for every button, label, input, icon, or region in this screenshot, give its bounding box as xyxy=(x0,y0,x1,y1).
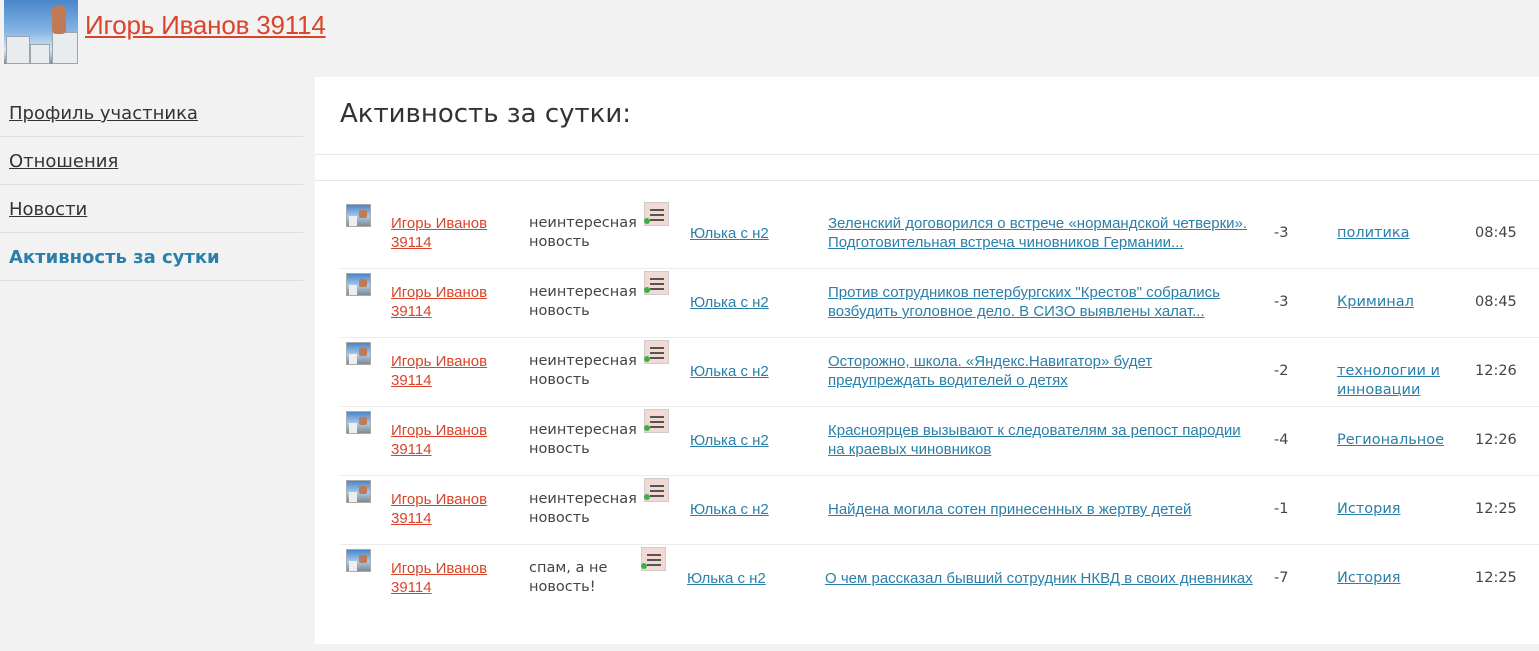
page-header: Игорь Иванов 39114 xyxy=(0,0,1539,76)
sidebar-item-label[interactable]: Новости xyxy=(9,199,87,220)
activity-row: Игорь Иванов 39114 неинтересная новость … xyxy=(340,338,1539,407)
online-status-icon xyxy=(644,356,650,362)
vote-score: -4 xyxy=(1274,432,1289,448)
activity-row: Игорь Иванов 39114 неинтересная новость … xyxy=(340,476,1539,545)
sidebar-item-news[interactable]: Новости xyxy=(0,185,303,233)
news-link[interactable]: Против сотрудников петербургских "Кресто… xyxy=(828,283,1258,321)
news-link[interactable]: Осторожно, школа. «Яндекс.Навигатор» буд… xyxy=(828,352,1258,390)
voter-link[interactable]: Юлька с н2 xyxy=(690,500,769,519)
online-status-icon xyxy=(644,287,650,293)
vote-score: -2 xyxy=(1274,363,1289,379)
timestamp: 12:26 xyxy=(1475,363,1517,379)
sidebar-item-daily-activity[interactable]: Активность за сутки xyxy=(0,233,303,281)
user-avatar[interactable] xyxy=(4,0,78,64)
vote-reason: неинтересная новость xyxy=(529,422,637,457)
vote-reason: спам, а не новость! xyxy=(529,560,608,595)
sidebar-item-label: Активность за сутки xyxy=(9,247,220,268)
user-link[interactable]: Игорь Иванов 39114 xyxy=(391,490,501,528)
activity-row: Игорь Иванов 39114 неинтересная новость … xyxy=(340,200,1539,269)
timestamp: 12:26 xyxy=(1475,432,1517,448)
voter-link[interactable]: Юлька с н2 xyxy=(690,293,769,312)
news-link[interactable]: Найдена могила сотен принесенных в жертв… xyxy=(828,500,1258,519)
vote-score: -7 xyxy=(1274,570,1289,586)
user-avatar-small[interactable] xyxy=(346,342,371,365)
sidebar-nav: Профиль участника Отношения Новости Акти… xyxy=(0,89,303,281)
sidebar-item-profile[interactable]: Профиль участника xyxy=(0,89,303,137)
page-title: Активность за сутки: xyxy=(340,99,632,129)
user-avatar-small[interactable] xyxy=(346,273,371,296)
timestamp: 08:45 xyxy=(1475,294,1517,310)
voter-link[interactable]: Юлька с н2 xyxy=(690,431,769,450)
vote-reason: неинтересная новость xyxy=(529,491,637,526)
online-status-icon xyxy=(644,425,650,431)
vote-score: -1 xyxy=(1274,501,1289,517)
voter-link[interactable]: Юлька с н2 xyxy=(690,224,769,243)
online-status-icon xyxy=(644,494,650,500)
category-link[interactable]: Региональное xyxy=(1337,431,1457,450)
news-link[interactable]: Красноярцев вызывают к следователям за р… xyxy=(828,421,1258,459)
vote-score: -3 xyxy=(1274,294,1289,310)
sidebar-item-label[interactable]: Отношения xyxy=(9,151,118,172)
category-link[interactable]: История xyxy=(1337,500,1457,519)
activity-list: Игорь Иванов 39114 неинтересная новость … xyxy=(340,200,1539,614)
voter-link[interactable]: Юлька с н2 xyxy=(687,569,766,588)
user-link[interactable]: Игорь Иванов 39114 xyxy=(391,559,501,597)
category-link[interactable]: технологии и инновации xyxy=(1337,362,1457,400)
news-link[interactable]: О чем рассказал бывший сотрудник НКВД в … xyxy=(825,569,1255,588)
voter-link[interactable]: Юлька с н2 xyxy=(690,362,769,381)
online-status-icon xyxy=(644,218,650,224)
timestamp: 08:45 xyxy=(1475,225,1517,241)
main-panel: Активность за сутки: Игорь Иванов 39114 … xyxy=(315,77,1539,644)
sidebar-item-relations[interactable]: Отношения xyxy=(0,137,303,185)
user-link[interactable]: Игорь Иванов 39114 xyxy=(391,421,501,459)
user-avatar-small[interactable] xyxy=(346,411,371,434)
divider xyxy=(315,154,1539,155)
news-link[interactable]: Зеленский договорился о встрече «норманд… xyxy=(828,214,1258,252)
online-status-icon xyxy=(641,563,647,569)
user-link[interactable]: Игорь Иванов 39114 xyxy=(391,214,501,252)
user-link[interactable]: Игорь Иванов 39114 xyxy=(391,352,501,390)
activity-row: Игорь Иванов 39114 неинтересная новость … xyxy=(340,407,1539,476)
activity-row: Игорь Иванов 39114 спам, а не новость! Ю… xyxy=(340,545,1539,614)
profile-name-link[interactable]: Игорь Иванов 39114 xyxy=(85,10,326,41)
timestamp: 12:25 xyxy=(1475,501,1517,517)
divider xyxy=(315,180,1539,181)
timestamp: 12:25 xyxy=(1475,570,1517,586)
category-link[interactable]: История xyxy=(1337,569,1457,588)
vote-reason: неинтересная новость xyxy=(529,353,637,388)
sidebar-item-label[interactable]: Профиль участника xyxy=(9,103,198,124)
vote-reason: неинтересная новость xyxy=(529,215,637,250)
category-link[interactable]: политика xyxy=(1337,224,1457,243)
user-link[interactable]: Игорь Иванов 39114 xyxy=(391,283,501,321)
category-link[interactable]: Криминал xyxy=(1337,293,1457,312)
user-avatar-small[interactable] xyxy=(346,549,371,572)
user-avatar-small[interactable] xyxy=(346,480,371,503)
user-avatar-small[interactable] xyxy=(346,204,371,227)
vote-score: -3 xyxy=(1274,225,1289,241)
activity-row: Игорь Иванов 39114 неинтересная новость … xyxy=(340,269,1539,338)
vote-reason: неинтересная новость xyxy=(529,284,637,319)
